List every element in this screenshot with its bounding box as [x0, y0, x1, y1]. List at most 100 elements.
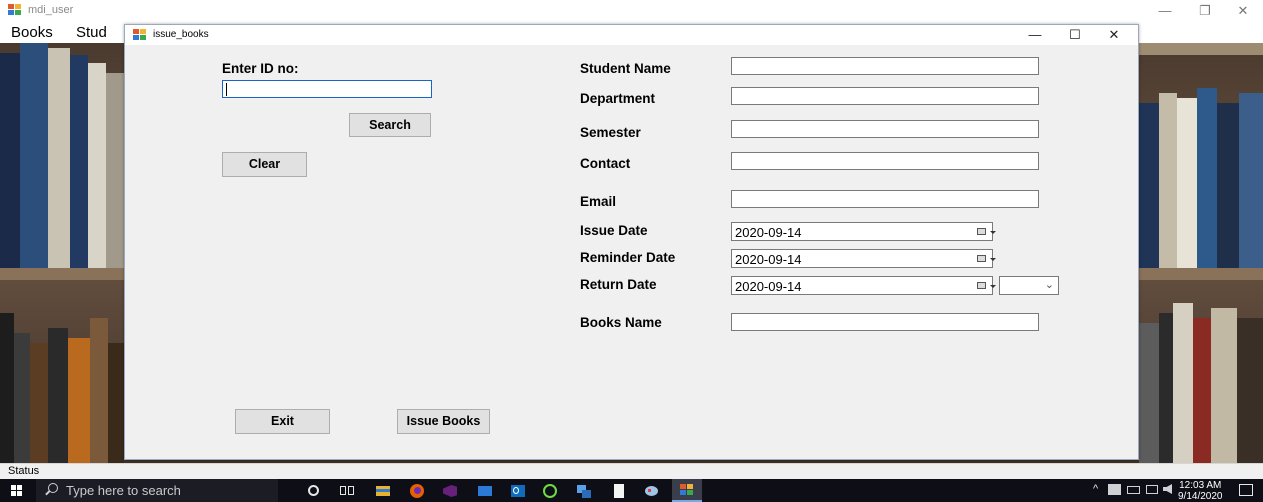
issue-date-label: Issue Date [580, 223, 648, 238]
onedrive-icon[interactable] [1108, 484, 1121, 495]
child-minimize-button[interactable]: — [1018, 26, 1052, 44]
calendar-icon[interactable] [977, 228, 996, 235]
child-titlebar[interactable]: issue_books — ☐ ✕ [125, 25, 1138, 45]
return-date-picker[interactable]: 2020-09-14 [731, 276, 996, 295]
paint-icon[interactable] [643, 483, 659, 498]
tray-chevron-icon[interactable]: ^ [1093, 483, 1098, 495]
text-caret [226, 83, 227, 96]
return-date-combobox[interactable]: ⌄ [999, 276, 1059, 295]
book [0, 313, 14, 463]
reminder-date-picker[interactable]: 2020-09-14 [731, 249, 996, 268]
close-button[interactable]: ✕ [1228, 3, 1258, 19]
book [1173, 303, 1193, 463]
volume-icon[interactable] [1163, 484, 1172, 494]
return-date-label: Return Date [580, 277, 657, 292]
child-maximize-button[interactable]: ☐ [1058, 26, 1092, 44]
upwork-icon[interactable] [542, 483, 558, 498]
issue-books-window: issue_books — ☐ ✕ Enter ID no: Search Cl… [124, 24, 1139, 460]
network-app-icon[interactable] [576, 483, 592, 498]
book [1211, 308, 1237, 463]
status-bar: Status [0, 463, 1263, 479]
task-view-icon[interactable] [339, 483, 355, 498]
book [1159, 93, 1177, 268]
book [1193, 318, 1211, 463]
book [1177, 98, 1197, 268]
app-icon [133, 29, 148, 41]
books-name-label: Books Name [580, 315, 662, 330]
calendar-icon[interactable] [977, 255, 996, 262]
search-button[interactable]: Search [349, 113, 431, 137]
contact-label: Contact [580, 156, 631, 171]
book [48, 328, 68, 463]
clock-time: 12:03 AM [1179, 480, 1222, 491]
minimize-button[interactable]: — [1150, 3, 1180, 18]
battery-icon[interactable] [1127, 486, 1140, 494]
firefox-icon[interactable] [409, 483, 425, 498]
return-date-value: 2020-09-14 [735, 279, 802, 294]
outlook-icon[interactable] [510, 483, 526, 498]
restore-button[interactable]: ❐ [1190, 3, 1220, 19]
app-window-icon[interactable] [672, 479, 702, 502]
id-input[interactable] [222, 80, 432, 98]
taskbar-search-box[interactable]: Type here to search [36, 479, 278, 502]
book [1237, 318, 1263, 463]
semester-label: Semester [580, 125, 641, 140]
book [70, 55, 88, 268]
book [1239, 93, 1263, 268]
student-name-input[interactable] [731, 57, 1039, 75]
book [1217, 103, 1239, 268]
mail-icon[interactable] [477, 483, 493, 498]
book [30, 343, 48, 463]
menu-students[interactable]: Stud [76, 24, 107, 41]
book [14, 333, 30, 463]
book [1139, 103, 1159, 268]
mdi-titlebar[interactable]: mdi_user — ❐ ✕ [0, 0, 1263, 22]
file-explorer-icon[interactable] [375, 483, 391, 498]
book [48, 48, 70, 268]
semester-input[interactable] [731, 120, 1039, 138]
search-placeholder: Type here to search [66, 483, 181, 498]
enter-id-label: Enter ID no: [222, 61, 299, 76]
calendar-icon[interactable] [977, 282, 996, 289]
issue-date-picker[interactable]: 2020-09-14 [731, 222, 996, 241]
book [106, 73, 124, 268]
book [1139, 43, 1263, 55]
issue-date-value: 2020-09-14 [735, 225, 802, 240]
visual-studio-icon[interactable] [442, 483, 458, 498]
contact-input[interactable] [731, 152, 1039, 170]
app-icon [8, 4, 23, 16]
book [0, 53, 20, 268]
status-label: Status [8, 465, 40, 477]
mdi-window-title: mdi_user [28, 4, 74, 16]
email-label: Email [580, 194, 617, 209]
book [1197, 88, 1217, 268]
book [68, 338, 90, 463]
book [1139, 323, 1159, 463]
issue-books-button[interactable]: Issue Books [397, 409, 490, 434]
windows-start-icon[interactable] [11, 485, 23, 496]
taskbar-clock[interactable]: 12:03 AM 9/14/2020 [1178, 480, 1223, 502]
department-input[interactable] [731, 87, 1039, 105]
chevron-down-icon[interactable]: ⌄ [1045, 278, 1054, 291]
search-icon [48, 483, 58, 493]
notepad-icon[interactable] [611, 483, 627, 498]
book [1159, 313, 1173, 463]
clock-date: 9/14/2020 [1178, 491, 1223, 502]
exit-button[interactable]: Exit [235, 409, 330, 434]
menu-books[interactable]: Books [11, 24, 53, 41]
cortana-icon[interactable] [306, 483, 322, 498]
books-name-input[interactable] [731, 313, 1039, 331]
reminder-date-label: Reminder Date [580, 250, 676, 265]
book [88, 63, 106, 268]
network-icon[interactable] [1146, 485, 1158, 494]
child-close-button[interactable]: ✕ [1097, 26, 1131, 44]
reminder-date-value: 2020-09-14 [735, 252, 802, 267]
book [90, 318, 108, 463]
taskbar: Type here to search ^ 12:03 AM 9/14/2020 [0, 479, 1263, 502]
email-input[interactable] [731, 190, 1039, 208]
book [108, 343, 124, 463]
clear-button[interactable]: Clear [222, 152, 307, 177]
notification-icon[interactable] [1239, 484, 1253, 496]
department-label: Department [580, 91, 656, 106]
child-window-title: issue_books [153, 29, 209, 40]
